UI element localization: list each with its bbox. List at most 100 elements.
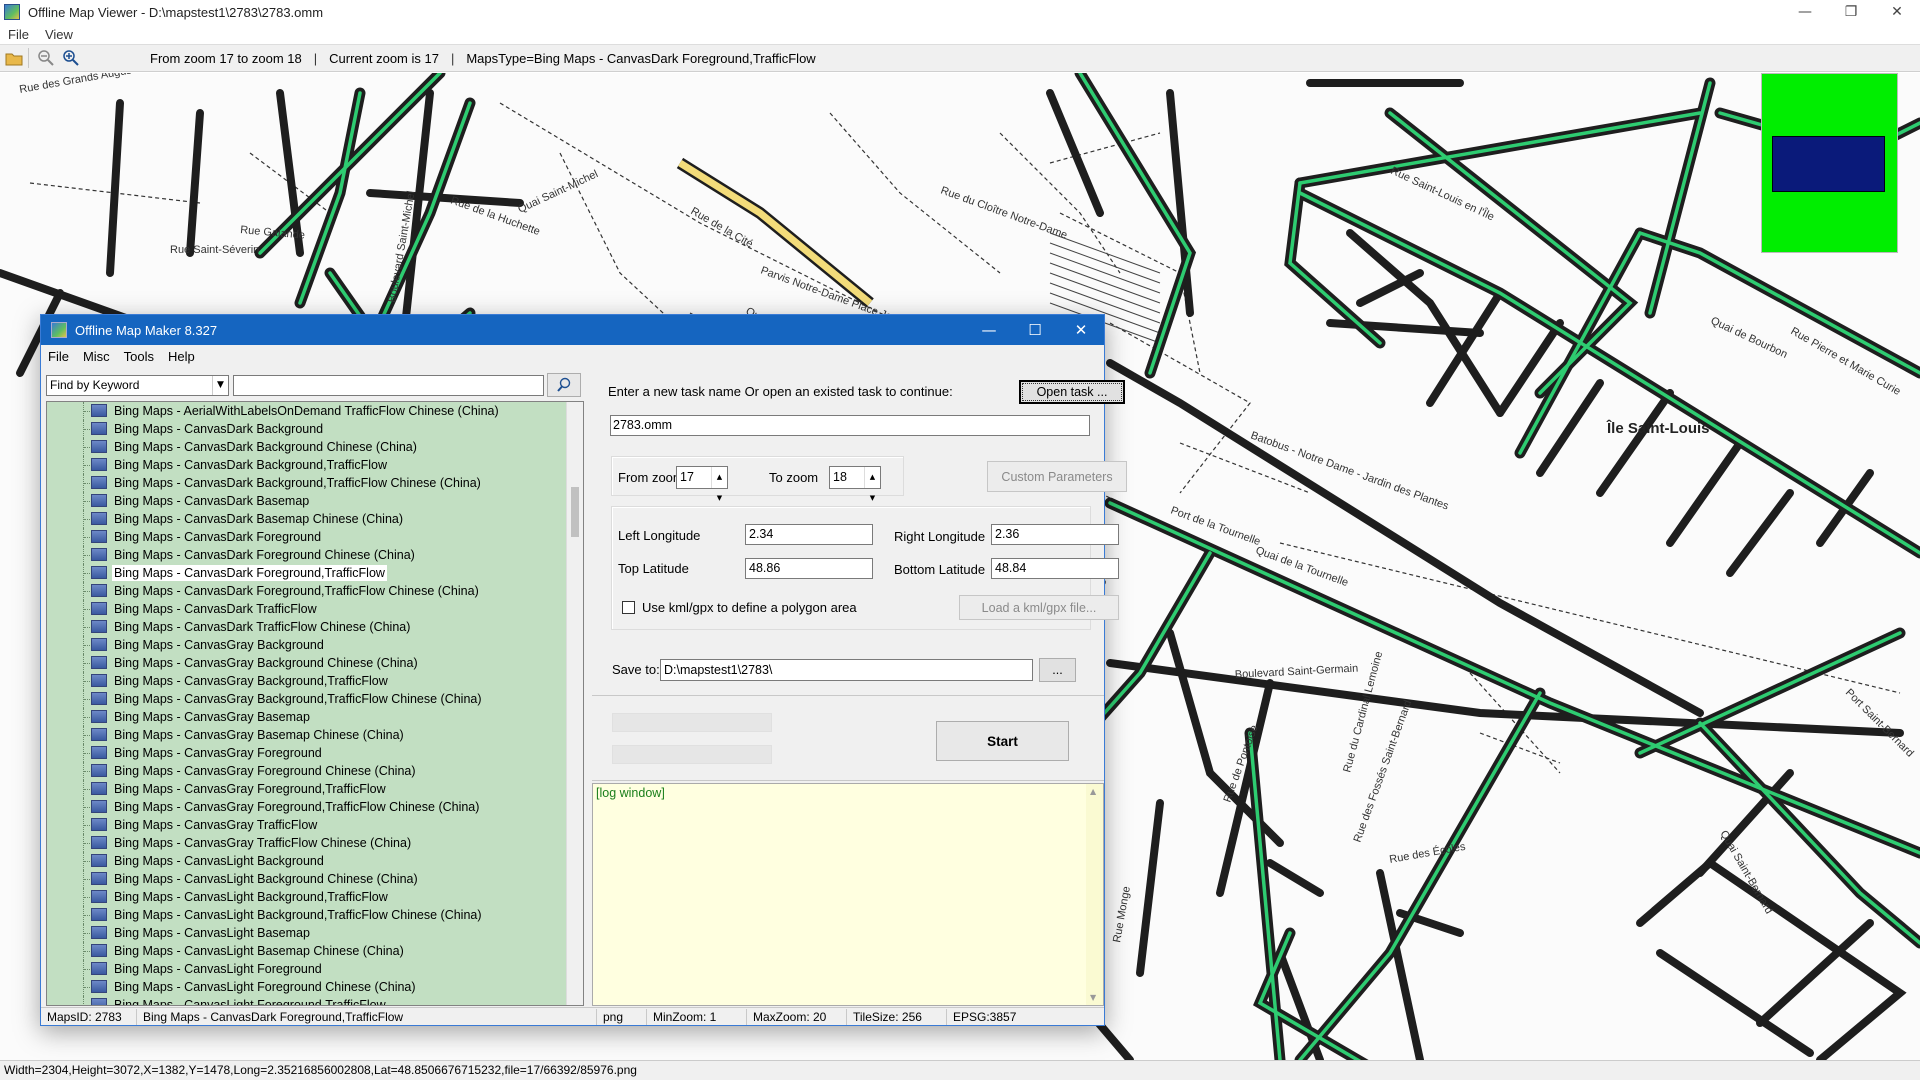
overview-viewport[interactable] xyxy=(1772,136,1885,192)
map-layer-icon xyxy=(91,728,107,741)
map-layer-icon xyxy=(91,836,107,849)
toolbar-pipe: | xyxy=(450,50,455,66)
tree-item[interactable]: Bing Maps - CanvasLight Background,Traff… xyxy=(47,906,567,924)
tree-item[interactable]: Bing Maps - CanvasLight Foreground,Traff… xyxy=(47,996,567,1006)
restore-icon[interactable]: ❐ xyxy=(1828,0,1874,24)
tree-item[interactable]: Bing Maps - CanvasLight Background Chine… xyxy=(47,870,567,888)
zoom-out-icon[interactable] xyxy=(35,47,57,69)
dialog-close-icon[interactable]: ✕ xyxy=(1058,315,1104,345)
find-mode-select[interactable]: Find by Keyword ▼ xyxy=(46,374,229,396)
tree-item[interactable]: Bing Maps - CanvasLight Background xyxy=(47,852,567,870)
minimize-icon[interactable]: — xyxy=(1782,0,1828,24)
from-zoom-spinner[interactable]: 17 ▲ ▼ xyxy=(676,466,728,502)
map-layer-icon xyxy=(91,872,107,885)
tree-item[interactable]: Bing Maps - CanvasDark Basemap Chinese (… xyxy=(47,510,567,528)
tree-item[interactable]: Bing Maps - CanvasGray TrafficFlow Chine… xyxy=(47,834,567,852)
map-layer-icon xyxy=(91,638,107,651)
spin-up-icon[interactable]: ▲ xyxy=(865,467,880,488)
overview-map[interactable] xyxy=(1761,73,1898,253)
zoom-in-icon[interactable] xyxy=(60,47,82,69)
tree-item[interactable]: Bing Maps - CanvasLight Background,Traff… xyxy=(47,888,567,906)
dialog-menu-file[interactable]: File xyxy=(41,349,76,364)
tree-item[interactable]: Bing Maps - CanvasLight Basemap Chinese … xyxy=(47,942,567,960)
tree-guide-line xyxy=(84,1005,94,1006)
bottom-latitude-input[interactable]: 48.84 xyxy=(991,558,1119,579)
tree-item[interactable]: Bing Maps - AerialWithLabelsOnDemand Tra… xyxy=(47,402,567,420)
open-folder-icon[interactable] xyxy=(3,47,25,69)
map-layer-icon xyxy=(91,764,107,777)
tree-item[interactable]: Bing Maps - CanvasDark TrafficFlow xyxy=(47,600,567,618)
use-kml-label: Use kml/gpx to define a polygon area xyxy=(642,600,857,615)
dialog-menu-tools[interactable]: Tools xyxy=(117,349,161,364)
tree-item[interactable]: Bing Maps - CanvasGray Foreground,Traffi… xyxy=(47,798,567,816)
tree-item[interactable]: Bing Maps - CanvasGray Basemap Chinese (… xyxy=(47,726,567,744)
find-keyword-input[interactable] xyxy=(233,374,544,396)
tree-item[interactable]: Bing Maps - CanvasLight Foreground Chine… xyxy=(47,978,567,996)
tree-item[interactable]: Bing Maps - CanvasGray Background,Traffi… xyxy=(47,690,567,708)
tree-item[interactable]: Bing Maps - CanvasDark TrafficFlow Chine… xyxy=(47,618,567,636)
menu-view[interactable]: View xyxy=(37,27,81,42)
open-task-button[interactable]: Open task ... xyxy=(1019,380,1125,404)
dialog-maximize-icon[interactable]: ☐ xyxy=(1012,315,1058,345)
spin-up-icon[interactable]: ▲ xyxy=(712,467,727,488)
start-button[interactable]: Start xyxy=(936,721,1069,761)
map-label: Rue Saint-Séverin xyxy=(170,244,259,256)
tree-item-label: Bing Maps - CanvasDark Foreground,Traffi… xyxy=(114,584,479,598)
tree-item[interactable]: Bing Maps - CanvasGray TrafficFlow xyxy=(47,816,567,834)
map-layer-icon xyxy=(91,404,107,417)
dialog-minimize-icon[interactable]: — xyxy=(966,315,1012,345)
tree-scrollbar[interactable] xyxy=(566,402,583,1005)
tree-item[interactable]: Bing Maps - CanvasGray Foreground Chines… xyxy=(47,762,567,780)
tree-item[interactable]: Bing Maps - CanvasGray Background xyxy=(47,636,567,654)
tree-item[interactable]: Bing Maps - CanvasDark Basemap xyxy=(47,492,567,510)
tree-item[interactable]: Bing Maps - CanvasDark Foreground Chines… xyxy=(47,546,567,564)
map-source-tree[interactable]: Bing Maps - AerialWithLabelsOnDemand Tra… xyxy=(46,401,584,1006)
log-scrollbar[interactable]: ▲ ▼ xyxy=(1086,784,1103,1005)
task-name-input[interactable]: 2783.omm xyxy=(610,415,1090,436)
dialog-titlebar[interactable]: Offline Map Maker 8.327 — ☐ ✕ xyxy=(41,315,1104,345)
save-path-input[interactable]: D:\mapstest1\2783\ xyxy=(660,659,1033,681)
map-label: Rue des Écoles xyxy=(1388,840,1467,866)
menu-file[interactable]: File xyxy=(0,27,37,42)
dialog-menu-help[interactable]: Help xyxy=(161,349,202,364)
spinner-arrows[interactable]: ▲ ▼ xyxy=(711,467,727,502)
dialog-menu-misc[interactable]: Misc xyxy=(76,349,117,364)
tree-item[interactable]: Bing Maps - CanvasDark Background,Traffi… xyxy=(47,474,567,492)
tree-item[interactable]: Bing Maps - CanvasGray Foreground,Traffi… xyxy=(47,780,567,798)
load-kml-button[interactable]: Load a kml/gpx file... xyxy=(959,595,1119,620)
tree-item[interactable]: Bing Maps - CanvasDark Foreground xyxy=(47,528,567,546)
tree-item[interactable]: Bing Maps - CanvasGray Foreground xyxy=(47,744,567,762)
tree-item[interactable]: Bing Maps - CanvasGray Basemap xyxy=(47,708,567,726)
log-window[interactable]: [log window] ▲ ▼ xyxy=(592,783,1104,1006)
spinner-arrows[interactable]: ▲ ▼ xyxy=(864,467,880,502)
tree-item-label: Bing Maps - CanvasDark TrafficFlow Chine… xyxy=(114,620,411,634)
viewer-status-bar: Width=2304,Height=3072,X=1382,Y=1478,Lon… xyxy=(0,1060,1920,1080)
tree-item-label: Bing Maps - CanvasGray TrafficFlow Chine… xyxy=(114,836,412,850)
tree-scroll-thumb[interactable] xyxy=(571,487,579,537)
tree-item[interactable]: Bing Maps - CanvasGray Background,Traffi… xyxy=(47,672,567,690)
to-zoom-spinner[interactable]: 18 ▲ ▼ xyxy=(829,466,881,502)
custom-parameters-button[interactable]: Custom Parameters xyxy=(987,461,1127,492)
tree-item[interactable]: Bing Maps - CanvasDark Background,Traffi… xyxy=(47,456,567,474)
map-layer-icon xyxy=(91,656,107,669)
chevron-down-icon: ▼ xyxy=(212,375,228,395)
map-layer-icon xyxy=(91,584,107,597)
use-kml-checkbox[interactable] xyxy=(622,601,635,614)
tree-item[interactable]: Bing Maps - CanvasDark Foreground,Traffi… xyxy=(47,564,567,582)
scroll-down-icon[interactable]: ▼ xyxy=(1090,993,1096,1002)
top-latitude-input[interactable]: 48.86 xyxy=(745,558,873,579)
tree-item[interactable]: Bing Maps - CanvasDark Background Chines… xyxy=(47,438,567,456)
tree-items: Bing Maps - AerialWithLabelsOnDemand Tra… xyxy=(47,402,567,1006)
tree-item[interactable]: Bing Maps - CanvasDark Foreground,Traffi… xyxy=(47,582,567,600)
left-longitude-input[interactable]: 2.34 xyxy=(745,524,873,545)
tree-item[interactable]: Bing Maps - CanvasLight Foreground xyxy=(47,960,567,978)
tree-item[interactable]: Bing Maps - CanvasDark Background xyxy=(47,420,567,438)
right-longitude-input[interactable]: 2.36 xyxy=(991,524,1119,545)
browse-button[interactable]: ... xyxy=(1039,658,1076,682)
search-button[interactable] xyxy=(547,373,581,397)
tree-item-label: Bing Maps - CanvasDark Foreground xyxy=(114,530,322,544)
close-icon[interactable]: ✕ xyxy=(1874,0,1920,24)
tree-item[interactable]: Bing Maps - CanvasGray Background Chines… xyxy=(47,654,567,672)
scroll-up-icon[interactable]: ▲ xyxy=(1090,787,1096,796)
tree-item[interactable]: Bing Maps - CanvasLight Basemap xyxy=(47,924,567,942)
